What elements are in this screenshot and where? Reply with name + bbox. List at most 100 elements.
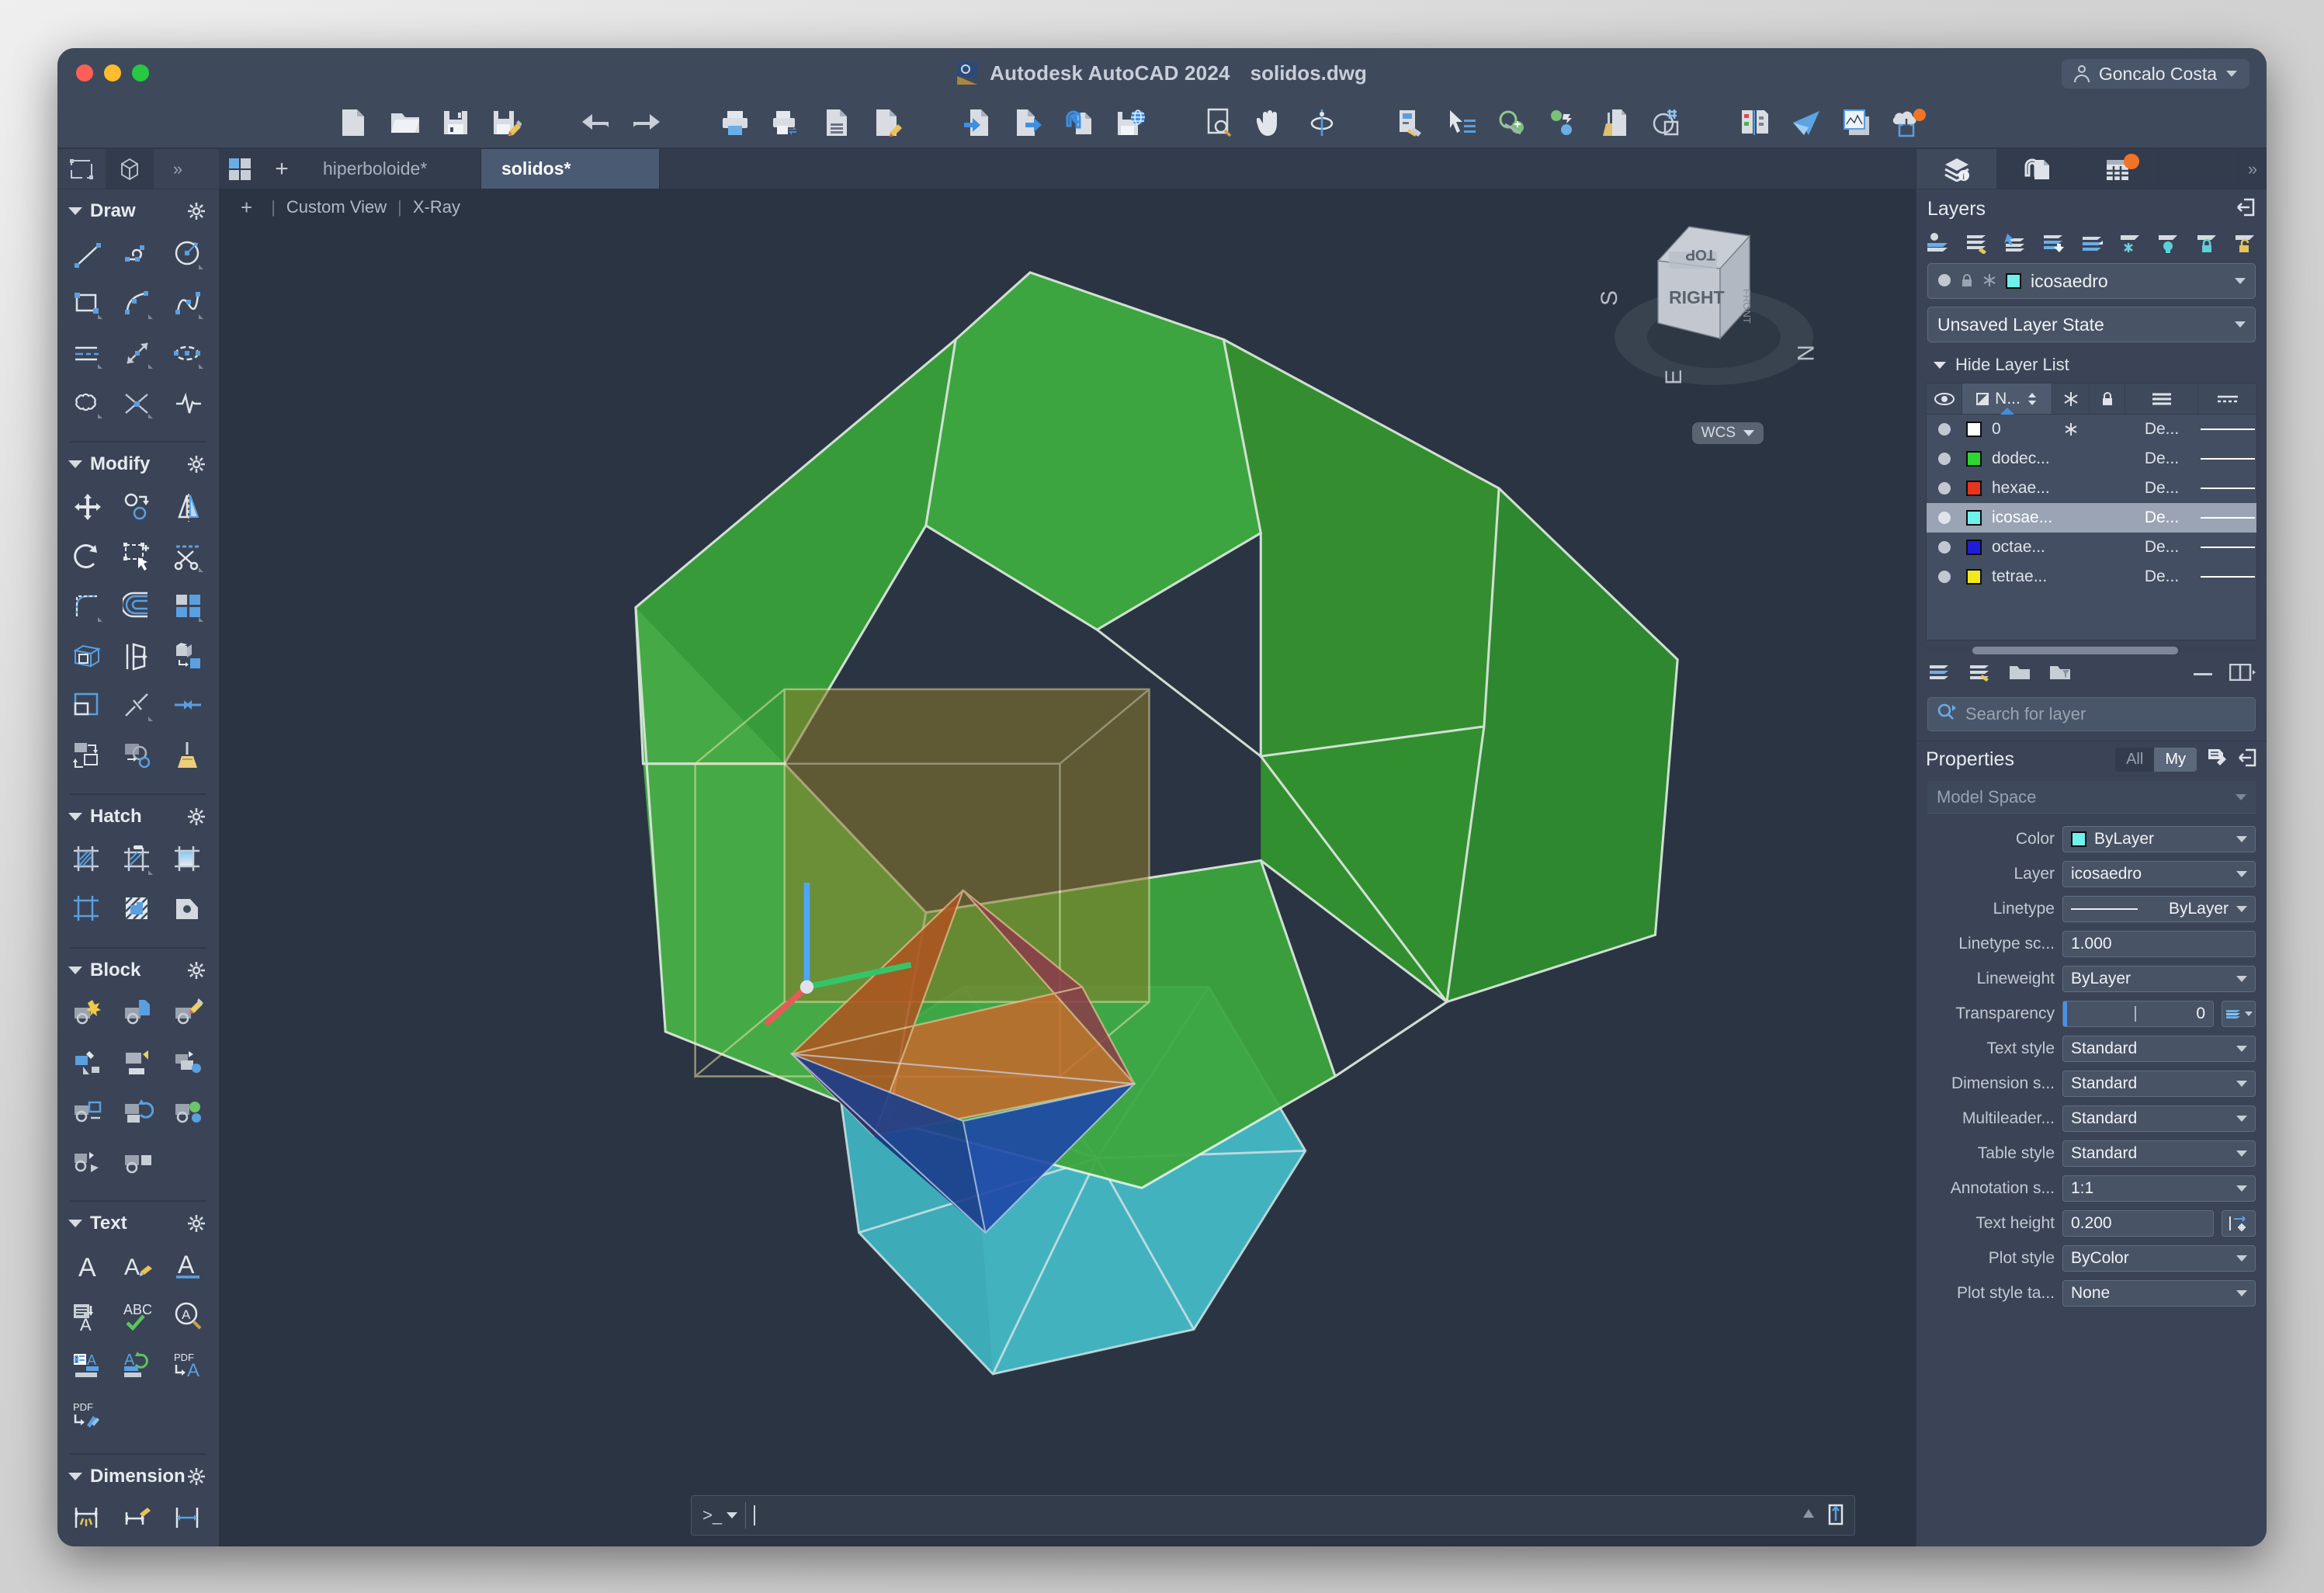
copy-icon[interactable]: [113, 483, 163, 533]
column-header-linetype[interactable]: [2198, 384, 2256, 414]
section-header-block[interactable]: Block: [57, 952, 219, 987]
layer-previous-icon[interactable]: [2000, 229, 2032, 257]
fillet-icon[interactable]: [62, 582, 113, 632]
text-style-select[interactable]: Standard: [2062, 1035, 2256, 1062]
multiline-icon[interactable]: [62, 329, 113, 379]
section-header-modify[interactable]: Modify: [57, 446, 219, 481]
layer-linetype[interactable]: [2198, 517, 2256, 519]
gear-icon[interactable]: [188, 808, 205, 825]
table-style-select[interactable]: Standard: [2062, 1140, 2256, 1167]
offset-icon[interactable]: [113, 582, 163, 632]
plot-style-select[interactable]: ByColor: [2062, 1244, 2256, 1272]
column-header-freeze[interactable]: [2052, 384, 2090, 414]
column-header-name[interactable]: N...: [1962, 384, 2052, 415]
match-properties-icon[interactable]: [1544, 102, 1584, 143]
lock-icon[interactable]: [1961, 271, 1973, 292]
mirror-icon[interactable]: [164, 483, 214, 533]
layer-visibility-toggle[interactable]: [1927, 481, 1962, 495]
revcloud-icon[interactable]: [62, 379, 113, 429]
layer-visibility-toggle[interactable]: [1927, 570, 1962, 584]
layer-visibility-toggle[interactable]: [1927, 452, 1962, 466]
document-tab-hiperboloide[interactable]: hiperboloide*: [303, 149, 481, 189]
viewport-menu-button[interactable]: +: [230, 196, 263, 220]
boundary-icon[interactable]: [62, 885, 113, 935]
block-sync-icon[interactable]: [113, 1088, 163, 1138]
color-select[interactable]: ByLayer: [2062, 825, 2256, 852]
tool-sets-tab[interactable]: [57, 149, 106, 189]
multileader-style-select[interactable]: Standard: [2062, 1105, 2256, 1132]
spline-icon[interactable]: [164, 279, 214, 329]
block-palette-icon[interactable]: [164, 1039, 214, 1088]
extrude-icon[interactable]: [62, 632, 113, 682]
redo-icon[interactable]: [626, 102, 667, 143]
command-float-icon[interactable]: [1826, 1502, 1845, 1529]
layer-on-icon[interactable]: [1937, 271, 1951, 292]
compare-icon[interactable]: [1735, 102, 1775, 143]
send-icon[interactable]: [1786, 102, 1826, 143]
properties-filter-all[interactable]: All: [2115, 748, 2155, 772]
align-icon[interactable]: [62, 731, 113, 781]
layer-color-swatch[interactable]: [1962, 451, 1986, 467]
gear-icon[interactable]: [188, 962, 205, 979]
layer-merge-icon[interactable]: [2038, 229, 2070, 257]
column-header-lock[interactable]: [2090, 384, 2125, 414]
new-layer-icon[interactable]: [1927, 662, 1951, 686]
ellipse-icon[interactable]: [164, 329, 214, 379]
linetype-select[interactable]: ByLayer: [2062, 895, 2256, 922]
plot-style-icon[interactable]: [869, 102, 909, 143]
layer-color-swatch[interactable]: [1962, 422, 1986, 437]
pdf-text-icon[interactable]: PDF A: [164, 1341, 214, 1391]
section-header-text[interactable]: Text: [57, 1205, 219, 1241]
layer-linetype[interactable]: [2198, 429, 2256, 430]
layer-lock-icon[interactable]: [2191, 229, 2224, 257]
plot-style-table-select[interactable]: None: [2062, 1279, 2256, 1307]
column-header-on[interactable]: [1927, 384, 1962, 414]
attach-icon[interactable]: [1060, 102, 1100, 143]
cloud-sync-icon[interactable]: [1889, 102, 1929, 143]
revolve-icon[interactable]: [113, 632, 163, 682]
user-account-button[interactable]: Goncalo Costa: [2061, 59, 2249, 88]
wipeout-icon[interactable]: [164, 885, 214, 935]
arc-icon[interactable]: [113, 279, 163, 329]
document-tab-solidos[interactable]: solidos*: [481, 149, 660, 189]
union-icon[interactable]: [164, 632, 214, 682]
block-attribute-icon[interactable]: [62, 1039, 113, 1088]
layers-tab[interactable]: i: [1916, 149, 1997, 189]
section-header-draw[interactable]: Draw: [57, 193, 219, 228]
block-base-icon[interactable]: [62, 1088, 113, 1138]
plot-icon[interactable]: [715, 102, 755, 143]
plot-preview-icon[interactable]: [766, 102, 806, 143]
gear-icon[interactable]: [188, 1215, 205, 1232]
quick-select-icon[interactable]: [1441, 102, 1482, 143]
sheet-sets-tab[interactable]: [2078, 149, 2159, 189]
snowflake-icon[interactable]: [1982, 271, 1996, 292]
export-icon[interactable]: [1008, 102, 1049, 143]
zoom-window-icon[interactable]: [1199, 102, 1240, 143]
transparency-slider[interactable]: 0: [2062, 1000, 2214, 1027]
layer-rows[interactable]: 0 De... dodec... De... hexae... De... ic…: [1927, 415, 2256, 640]
edit-list-icon[interactable]: [2206, 748, 2228, 772]
layer-manager-icon[interactable]: [1961, 229, 1993, 257]
sheet-set-icon[interactable]: [1837, 102, 1878, 143]
insert-block-icon[interactable]: [113, 989, 163, 1039]
annotation-scale-select[interactable]: 1:1: [2062, 1175, 2256, 1202]
block-color-icon[interactable]: [164, 1088, 214, 1138]
helix-icon[interactable]: [164, 379, 214, 429]
dim-break-icon[interactable]: [62, 1495, 113, 1545]
gear-icon[interactable]: [188, 456, 205, 473]
current-layer-selector[interactable]: icosaedro: [1927, 263, 2256, 299]
properties-context-selector[interactable]: Model Space: [1927, 781, 2256, 814]
dimension-style-select[interactable]: Standard: [2062, 1070, 2256, 1097]
ray-icon[interactable]: [113, 329, 163, 379]
hide-layer-list-toggle[interactable]: Hide Layer List: [1916, 350, 2267, 383]
solids-tab[interactable]: [106, 149, 154, 189]
layer-color-swatch[interactable]: [2006, 273, 2021, 289]
layer-linetype[interactable]: [2198, 547, 2256, 548]
new-layer-vp-icon[interactable]: [1968, 662, 1991, 686]
erase-broom-icon[interactable]: [164, 731, 214, 781]
table-row[interactable]: tetrae... De...: [1927, 562, 2256, 592]
text-update-icon[interactable]: A: [113, 1341, 163, 1391]
text-style-icon[interactable]: A: [113, 1242, 163, 1292]
minus-icon[interactable]: [2194, 668, 2212, 682]
layer-properties-icon[interactable]: [1923, 229, 1955, 257]
